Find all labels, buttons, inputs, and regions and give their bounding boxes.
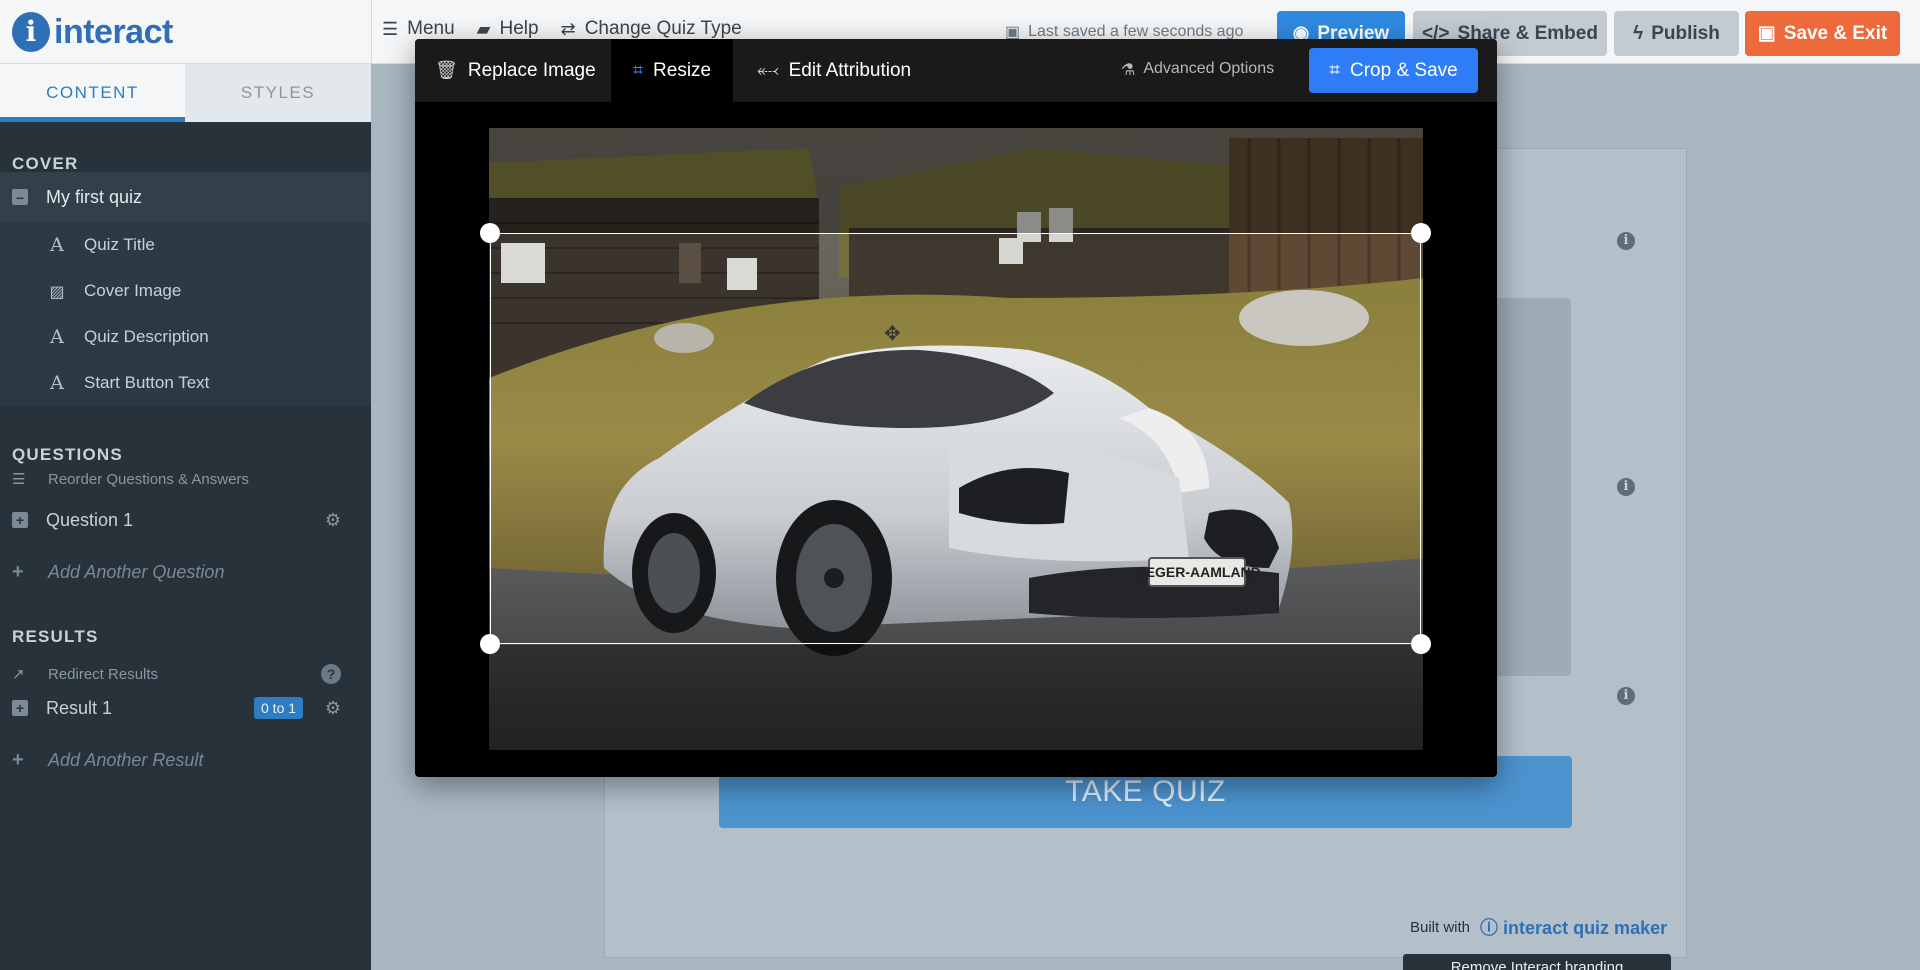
add-result-button[interactable]: + Add Another Result (0, 742, 371, 778)
crop-save-label: Crop & Save (1349, 59, 1458, 81)
divider (371, 0, 372, 64)
menu-button[interactable]: ☰ Menu (382, 18, 455, 40)
image-editor-toolbar: 🗑 Replace Image ⌗ Resize ⬷ Edit Attribut… (415, 39, 1497, 102)
built-with: Built with ⓘ interact quiz maker (1410, 914, 1667, 940)
logo-icon: i (12, 12, 50, 52)
expand-icon[interactable]: + (12, 700, 28, 716)
crop-mask-bottom (489, 645, 1423, 750)
replace-image-label: Replace Image (467, 59, 596, 81)
sidebar-item-label: Cover Image (84, 281, 182, 300)
move-cursor-icon: ✥ (884, 323, 901, 345)
question-1-label: Question 1 (46, 509, 134, 530)
crop-handle-bottom-left[interactable] (480, 634, 500, 654)
info-icon[interactable]: i (1617, 232, 1635, 250)
reorder-label: Reorder Questions & Answers (48, 470, 249, 488)
menu-label: Menu (407, 18, 455, 39)
brand-label: interact quiz maker (1503, 918, 1668, 938)
advanced-options-label: Advanced Options (1143, 60, 1275, 77)
publish-label: Publish (1651, 22, 1720, 44)
interact-logo[interactable]: i interact (12, 12, 173, 52)
tag-icon: ⬷ (757, 60, 779, 80)
built-with-label: Built with (1410, 918, 1471, 936)
resize-label: Resize (653, 59, 712, 81)
help-icon[interactable]: ? (321, 664, 341, 684)
crop-handle-top-right[interactable] (1411, 223, 1431, 243)
trash-icon: 🗑 (435, 60, 458, 80)
help-button[interactable]: ▰ Help (477, 18, 539, 40)
redirect-results-link[interactable]: ↗ Redirect Results ? (0, 659, 371, 689)
sidebar-item-quiz-title[interactable]: A Quiz Title (0, 222, 371, 268)
sidebar: CONTENT STYLES COVER – My first quiz A Q… (0, 64, 371, 970)
help-label: Help (499, 18, 539, 39)
crop-save-button[interactable]: ⌗ Crop & Save (1309, 48, 1478, 93)
result-1-label: Result 1 (46, 697, 113, 718)
cover-heading: COVER (12, 154, 79, 173)
logo-icon: ⓘ (1480, 918, 1499, 938)
publish-button[interactable]: ϟ Publish (1614, 11, 1739, 56)
crop-mask-top (489, 128, 1423, 233)
hamburger-icon: ☰ (382, 18, 399, 39)
list-icon: ☰ (12, 471, 26, 488)
change-quiz-type-label: Change Quiz Type (584, 18, 742, 39)
interact-brand-link[interactable]: ⓘ interact quiz maker (1480, 914, 1667, 940)
add-question-label: Add Another Question (48, 561, 225, 582)
info-icon[interactable]: i (1617, 687, 1635, 705)
tab-content[interactable]: CONTENT (0, 64, 185, 122)
bolt-icon: ϟ (1633, 22, 1644, 44)
plus-icon: + (12, 748, 24, 771)
flask-icon: ⚗ (1121, 62, 1136, 79)
sidebar-tabs: CONTENT STYLES (0, 64, 371, 122)
tab-styles[interactable]: STYLES (185, 64, 371, 122)
gear-icon[interactable]: ⚙ (325, 698, 341, 719)
redirect-label: Redirect Results (48, 665, 159, 683)
edit-attribution-label: Edit Attribution (788, 59, 912, 81)
sidebar-item-cover-image[interactable]: ▨ Cover Image (0, 268, 371, 314)
disk-icon: ▣ (1757, 23, 1776, 44)
question-1-item[interactable]: + Question 1 ⚙ (0, 502, 371, 538)
change-quiz-type-button[interactable]: ⇄ Change Quiz Type (561, 18, 742, 40)
save-exit-button[interactable]: ▣ Save & Exit (1745, 11, 1900, 56)
swap-icon: ⇄ (560, 18, 576, 39)
add-result-label: Add Another Result (48, 749, 204, 770)
sidebar-item-quiz-description[interactable]: A Quiz Description (0, 314, 371, 360)
gear-icon[interactable]: ⚙ (325, 510, 341, 531)
external-link-icon: ↗ (12, 666, 25, 683)
book-icon: ▰ (476, 18, 491, 39)
image-icon: ▨ (49, 281, 65, 301)
crop-icon: ⌗ (1329, 59, 1340, 81)
edit-attribution-button[interactable]: ⬷ Edit Attribution (757, 39, 911, 102)
replace-image-button[interactable]: 🗑 Replace Image (435, 39, 596, 102)
result-1-item[interactable]: + Result 1 0 to 1 ⚙ (0, 690, 371, 726)
text-icon: A (50, 326, 64, 348)
questions-heading: QUESTIONS (12, 445, 123, 464)
crop-handle-top-left[interactable] (480, 223, 500, 243)
plus-icon: + (12, 560, 24, 583)
add-question-button[interactable]: + Add Another Question (0, 554, 371, 590)
resize-tab[interactable]: ⌗ Resize (611, 39, 733, 102)
expand-icon[interactable]: + (12, 512, 28, 528)
quiz-tree-item[interactable]: – My first quiz (0, 172, 371, 222)
cover-image-placeholder (1485, 298, 1571, 676)
results-heading: RESULTS (12, 627, 99, 646)
sidebar-item-label: Quiz Description (84, 327, 209, 346)
crop-icon: ⌗ (632, 60, 644, 80)
top-nav: ☰ Menu ▰ Help ⇄ Change Quiz Type (382, 18, 742, 40)
sidebar-item-start-button-text[interactable]: A Start Button Text (0, 360, 371, 406)
sidebar-item-label: Start Button Text (84, 373, 210, 392)
remove-branding-tooltip[interactable]: Remove Interact branding (1403, 954, 1671, 970)
quiz-name: My first quiz (46, 186, 143, 207)
collapse-icon[interactable]: – (12, 189, 28, 205)
info-icon[interactable]: i (1617, 478, 1635, 496)
text-icon: A (50, 234, 64, 256)
save-exit-label: Save & Exit (1783, 22, 1888, 44)
score-range-badge: 0 to 1 (254, 697, 304, 719)
crop-selection-box[interactable] (490, 233, 1421, 644)
advanced-options-button[interactable]: ⚗ Advanced Options (1121, 60, 1274, 80)
logo-text: interact (54, 12, 173, 51)
crop-handle-bottom-right[interactable] (1411, 634, 1431, 654)
text-icon: A (50, 372, 64, 394)
reorder-questions-link[interactable]: ☰ Reorder Questions & Answers (0, 464, 371, 494)
sidebar-item-label: Quiz Title (84, 235, 155, 254)
